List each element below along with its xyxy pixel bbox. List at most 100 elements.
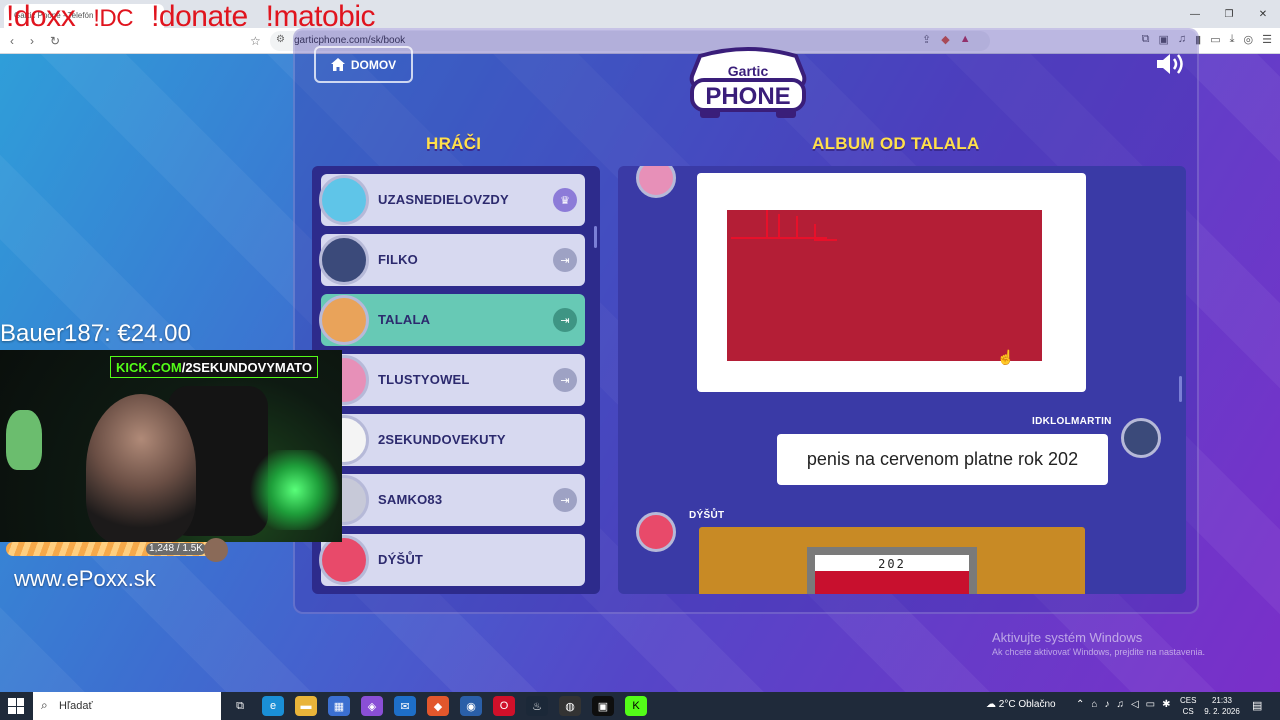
bookmark-icon[interactable]: ☆ [250, 34, 261, 48]
obs-icon[interactable]: ◍ [559, 696, 581, 716]
menu-icon[interactable]: ☰ [1262, 33, 1272, 46]
guess-author: IDKLOLMARTIN [1032, 416, 1112, 427]
logo-top-text: Gartic [728, 63, 769, 79]
steam-icon[interactable]: ♨ [526, 696, 548, 716]
drawing-card [697, 173, 1086, 392]
weather-widget[interactable]: ☁ 2°C Oblačno [986, 699, 1056, 710]
app-icon[interactable]: ◉ [460, 696, 482, 716]
command-donate: !donate [151, 0, 248, 33]
weather-text: 2°C Oblačno [998, 699, 1056, 710]
brave-icon[interactable]: ◆ [427, 696, 449, 716]
streamlabs-icon[interactable]: ▣ [592, 696, 614, 716]
player-avatar [319, 175, 369, 225]
task-view-icon[interactable]: ⧉ [229, 696, 251, 716]
command-doxx: !doxx [6, 0, 76, 33]
kick-channel-label: KICK.COM/2SEKUNDOVYMATO [110, 356, 318, 378]
activation-subtitle: Ak chcete aktivovať Windows, prejdite na… [992, 647, 1205, 657]
album-avatar [636, 512, 676, 552]
copilot-icon[interactable]: ◈ [361, 696, 383, 716]
back-icon[interactable]: ‹ [10, 34, 14, 48]
file-explorer-icon[interactable]: ▬ [295, 696, 317, 716]
maximize-button[interactable]: ❐ [1212, 0, 1246, 28]
battery-icon[interactable]: ▭ [1146, 699, 1155, 710]
album-scrollbar[interactable] [1179, 376, 1182, 402]
player-row[interactable]: 2SEKUNDOVEKUTY [319, 414, 585, 466]
exit-icon[interactable]: ⇥ [553, 488, 577, 512]
taskbar-search[interactable]: ⌕ Hľadať [33, 692, 221, 720]
album-avatar [636, 166, 676, 198]
clock[interactable]: 21:33 9. 2. 2026 [1200, 695, 1244, 717]
exit-icon[interactable]: ⇥ [553, 248, 577, 272]
player-name: TLUSTYOWEL [378, 372, 470, 387]
start-button[interactable] [8, 698, 24, 714]
crown-icon: ♛ [553, 188, 577, 212]
close-window-button[interactable]: ✕ [1246, 0, 1280, 28]
players-scrollbar[interactable] [594, 226, 597, 248]
wallet2-icon[interactable]: ▭ [1210, 33, 1220, 46]
exit-icon[interactable]: ⇥ [553, 368, 577, 392]
store-icon[interactable]: ▦ [328, 696, 350, 716]
download-icon[interactable]: ⤓ [1230, 33, 1235, 46]
language-indicator[interactable]: CES CS [1180, 695, 1196, 717]
kick-icon[interactable]: K [625, 696, 647, 716]
bluetooth-icon[interactable]: ✱ [1162, 699, 1170, 710]
player-row[interactable]: TALALA ⇥ [319, 294, 585, 346]
edge-icon[interactable]: e [262, 696, 284, 716]
player-avatar [319, 535, 369, 585]
kick-label-green: KICK.COM [116, 359, 182, 375]
gartic-phone-logo: Gartic PHONE [689, 47, 807, 118]
drawing-author: DÝŠŮT [689, 510, 725, 521]
notification-icon[interactable]: ▤ [1252, 699, 1262, 712]
minimize-button[interactable]: — [1178, 0, 1212, 28]
album-avatar [1121, 418, 1161, 458]
players-list: UZASNEDIELOVZDY ♛ FILKO ⇥ TALALA ⇥ TLUST… [312, 166, 600, 594]
home-button-label: DOMOV [350, 57, 397, 72]
taskbar-apps: ⧉ e ▬ ▦ ◈ ✉ ◆ ◉ O ♨ ◍ ▣ K [229, 696, 647, 716]
hand-cursor-icon: ☝ [997, 349, 1015, 365]
donation-alert: Bauer187: €24.00 [0, 320, 191, 347]
sound-icon[interactable] [1155, 52, 1187, 76]
vpn-icon[interactable]: ◎ [1244, 33, 1254, 46]
network-icon[interactable]: ⌂ [1091, 699, 1097, 710]
guess-text: penis na cervenom platne rok 202 [806, 449, 1079, 469]
home-button[interactable]: DOMOV [314, 46, 413, 83]
search-placeholder: Hľadať [59, 700, 93, 712]
sub-goal-count: 1,248 / 1.5K [146, 543, 206, 555]
clock-time: 21:33 [1211, 696, 1233, 705]
site-settings-icon[interactable]: ⚙ [276, 34, 285, 45]
opera-icon[interactable]: O [493, 696, 515, 716]
reload-icon[interactable]: ↻ [50, 34, 60, 48]
player-row[interactable]: DÝŠŮT [319, 534, 585, 586]
drawing-sign: 202 [807, 547, 977, 594]
home-icon [330, 58, 345, 71]
window-controls: — ❐ ✕ [1178, 0, 1280, 28]
sub-goal-bar: 1,248 / 1.5K [6, 542, 226, 556]
album-heading: ALBUM OD TALALA [812, 134, 980, 153]
taskbar: ⌕ Hľadať ⧉ e ▬ ▦ ◈ ✉ ◆ ◉ O ♨ ◍ ▣ K ☁ 2°C… [0, 692, 1280, 720]
exit-icon[interactable]: ⇥ [553, 308, 577, 332]
activation-title: Aktivujte systém Windows [992, 630, 1143, 645]
forward-icon[interactable]: › [30, 34, 34, 48]
player-name: UZASNEDIELOVZDY [378, 192, 509, 207]
speaker-icon[interactable]: ◁ [1131, 699, 1139, 710]
player-name: DÝŠŮT [378, 552, 424, 567]
mail-icon[interactable]: ✉ [394, 696, 416, 716]
lang-bottom: CS [1182, 707, 1194, 716]
player-row[interactable]: UZASNEDIELOVZDY ♛ [319, 174, 585, 226]
sign-text: 202 [878, 557, 906, 571]
streamer [86, 394, 196, 542]
player-row[interactable]: TLUSTYOWEL ⇥ [319, 354, 585, 406]
drawing-canvas [727, 210, 1042, 361]
player-row[interactable]: SAMKO83 ⇥ [319, 474, 585, 526]
player-name: FILKO [378, 252, 418, 267]
volume-icon[interactable]: ♫ [1116, 699, 1124, 710]
clock-date: 9. 2. 2026 [1204, 707, 1240, 716]
kick-label-white: /2SEKUNDOVYMATO [181, 359, 312, 375]
chevron-up-icon[interactable]: ⌃ [1076, 699, 1084, 710]
player-avatar [319, 295, 369, 345]
drawing-card: 202 [699, 527, 1085, 594]
mic-icon[interactable]: ♪ [1104, 699, 1109, 710]
album-panel: IDKLOLMARTIN penis na cervenom platne ro… [618, 166, 1186, 594]
website-label: www.ePoxx.sk [14, 566, 156, 591]
player-row[interactable]: FILKO ⇥ [319, 234, 585, 286]
